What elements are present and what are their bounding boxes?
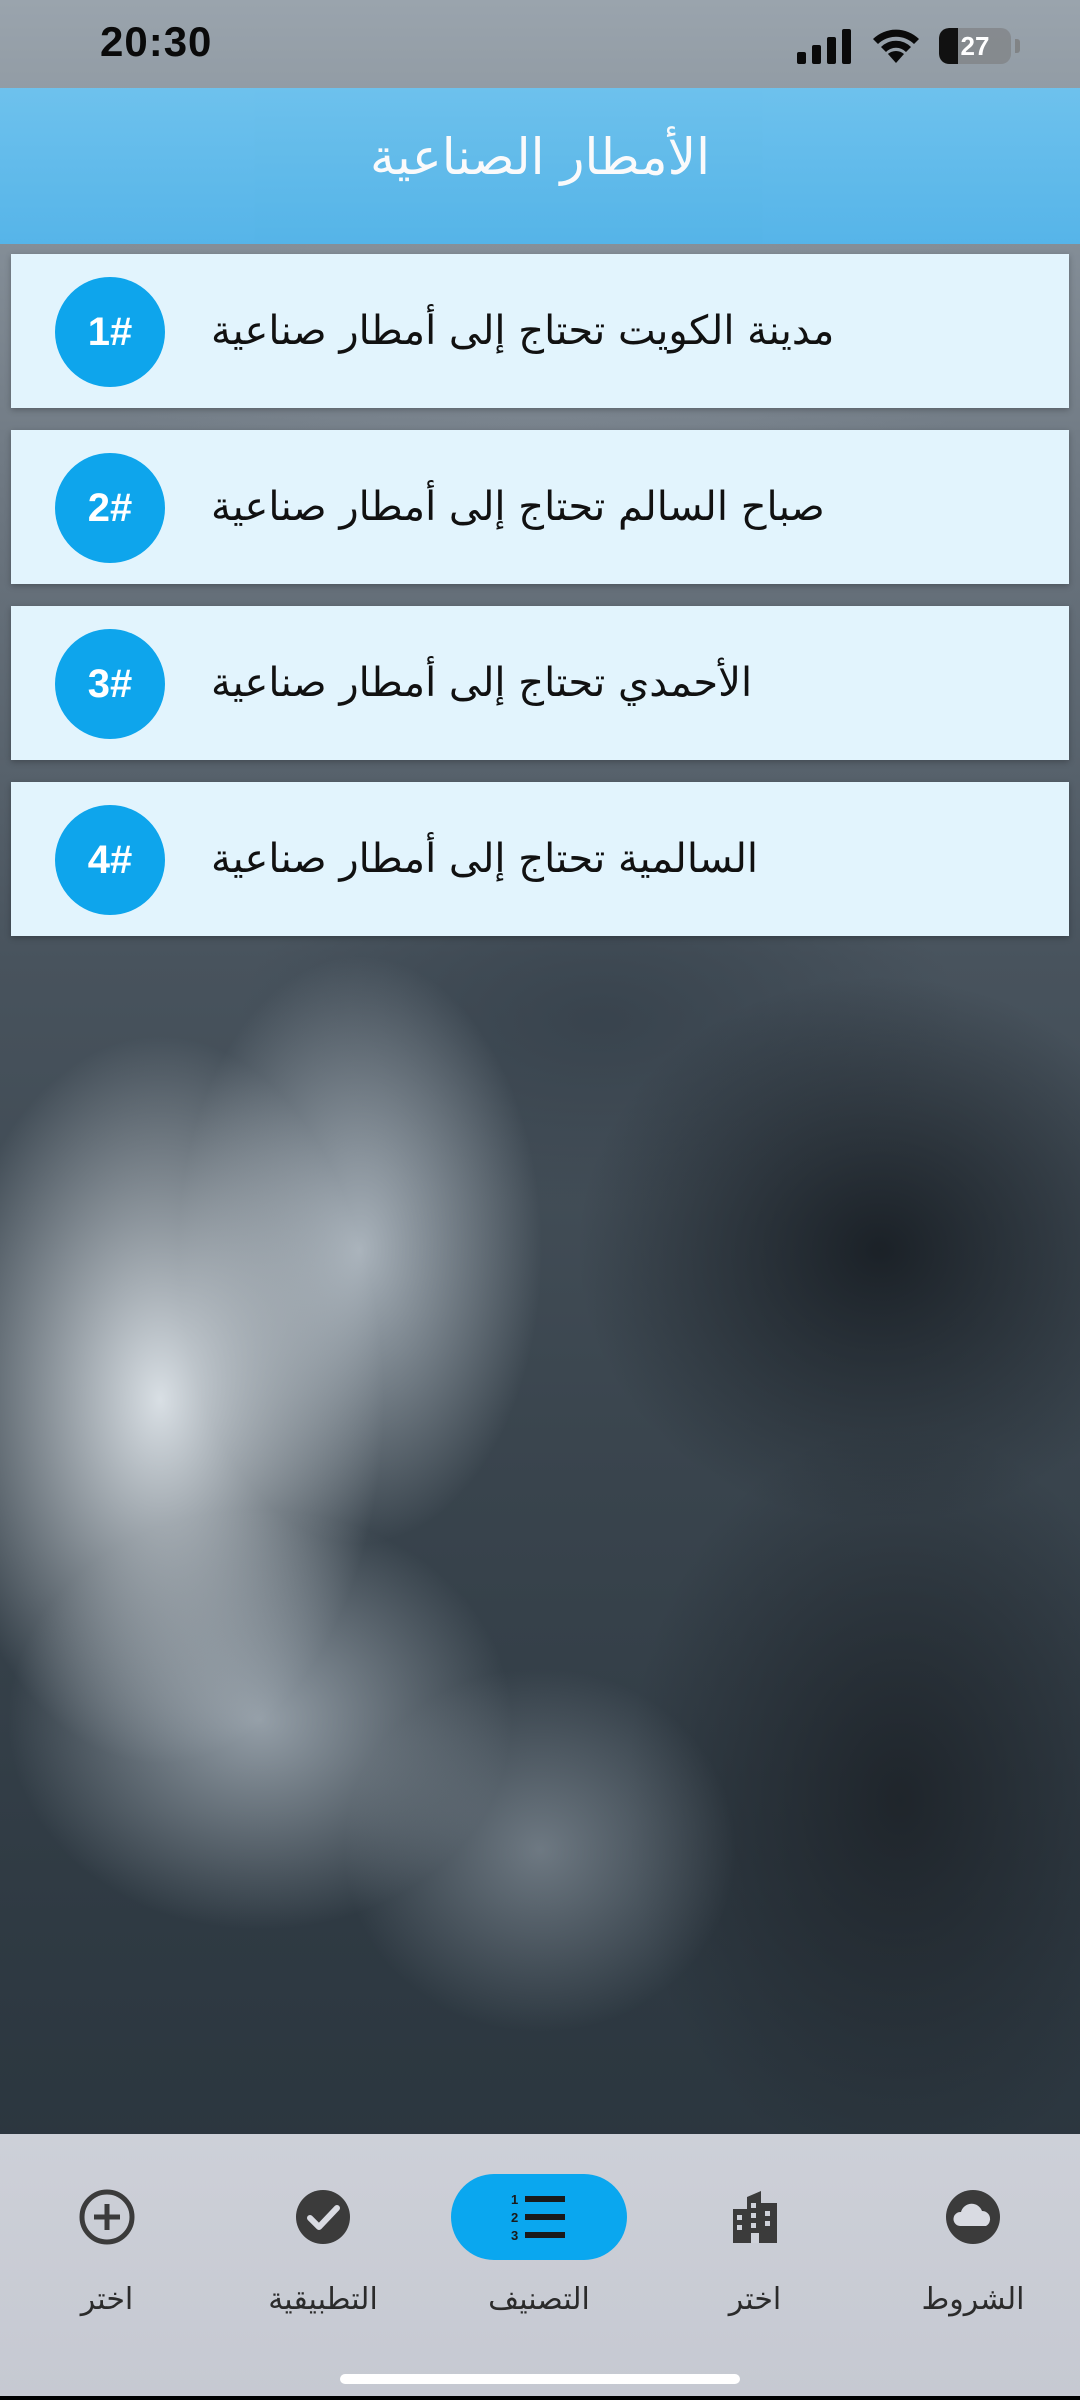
- list-item[interactable]: 4# السالمية تحتاج إلى أمطار صناعية: [11, 782, 1069, 936]
- svg-text:1: 1: [511, 2192, 518, 2207]
- list-item-text: مدينة الكويت تحتاج إلى أمطار صناعية: [211, 308, 835, 354]
- status-icons: 27: [797, 24, 1020, 68]
- nav-tab-label: الشروط: [921, 2282, 1025, 2317]
- screen-bottom-edge: [0, 2396, 1080, 2400]
- wifi-icon: [873, 29, 919, 63]
- battery-level-label: 27: [960, 31, 990, 61]
- nav-tab-label: التطبيقية: [268, 2282, 378, 2317]
- svg-text:3: 3: [511, 2228, 518, 2243]
- rank-badge: 2#: [55, 453, 165, 563]
- list-item[interactable]: 3# الأحمدي تحتاج إلى أمطار صناعية: [11, 606, 1069, 760]
- list-item-text: السالمية تحتاج إلى أمطار صناعية: [211, 836, 758, 882]
- active-tab-pill: 1 2 3: [451, 2174, 627, 2260]
- buildings-icon: [733, 2191, 777, 2243]
- cellular-signal-icon: [797, 29, 851, 64]
- rank-badge: 1#: [55, 277, 165, 387]
- nav-tab-label: اختر: [728, 2282, 782, 2317]
- rank-badge: 3#: [55, 629, 165, 739]
- nav-tab-applied[interactable]: التطبيقية: [238, 2174, 408, 2344]
- nav-tab-label: التصنيف: [488, 2282, 590, 2317]
- rain-request-list: 1# مدينة الكويت تحتاج إلى أمطار صناعية 2…: [11, 254, 1069, 958]
- nav-tab-ranking[interactable]: 1 2 3 التصنيف: [451, 2174, 627, 2344]
- rank-badge: 4#: [55, 805, 165, 915]
- list-item-text: صباح السالم تحتاج إلى أمطار صناعية: [211, 484, 825, 530]
- nav-tab-choose-add[interactable]: اختر: [22, 2174, 192, 2344]
- nav-tab-terms[interactable]: الشروط: [888, 2174, 1058, 2344]
- ordered-list-icon: 1 2 3: [511, 2192, 565, 2243]
- list-item[interactable]: 1# مدينة الكويت تحتاج إلى أمطار صناعية: [11, 254, 1069, 408]
- nav-tab-label: اختر: [80, 2282, 134, 2317]
- add-circle-icon: [79, 2189, 135, 2245]
- battery-nub: [1015, 39, 1020, 53]
- cloud-circle-icon: [946, 2190, 1000, 2244]
- app-header: الأمطار الصناعية: [0, 88, 1080, 244]
- status-time: 20:30: [100, 18, 213, 65]
- list-item[interactable]: 2# صباح السالم تحتاج إلى أمطار صناعية: [11, 430, 1069, 584]
- svg-text:2: 2: [511, 2210, 518, 2225]
- bottom-navigation: اختر التطبيقية 1 2 3 التصنيف اختر الشروط: [0, 2134, 1080, 2396]
- check-circle-icon: [296, 2190, 350, 2244]
- nav-tab-choose-area[interactable]: اختر: [670, 2174, 840, 2344]
- home-indicator[interactable]: [340, 2374, 740, 2384]
- page-title: الأمطار الصناعية: [369, 128, 710, 186]
- list-item-text: الأحمدي تحتاج إلى أمطار صناعية: [211, 660, 753, 706]
- status-bar: 20:30 27: [0, 0, 1080, 88]
- battery-indicator: 27: [939, 28, 1011, 64]
